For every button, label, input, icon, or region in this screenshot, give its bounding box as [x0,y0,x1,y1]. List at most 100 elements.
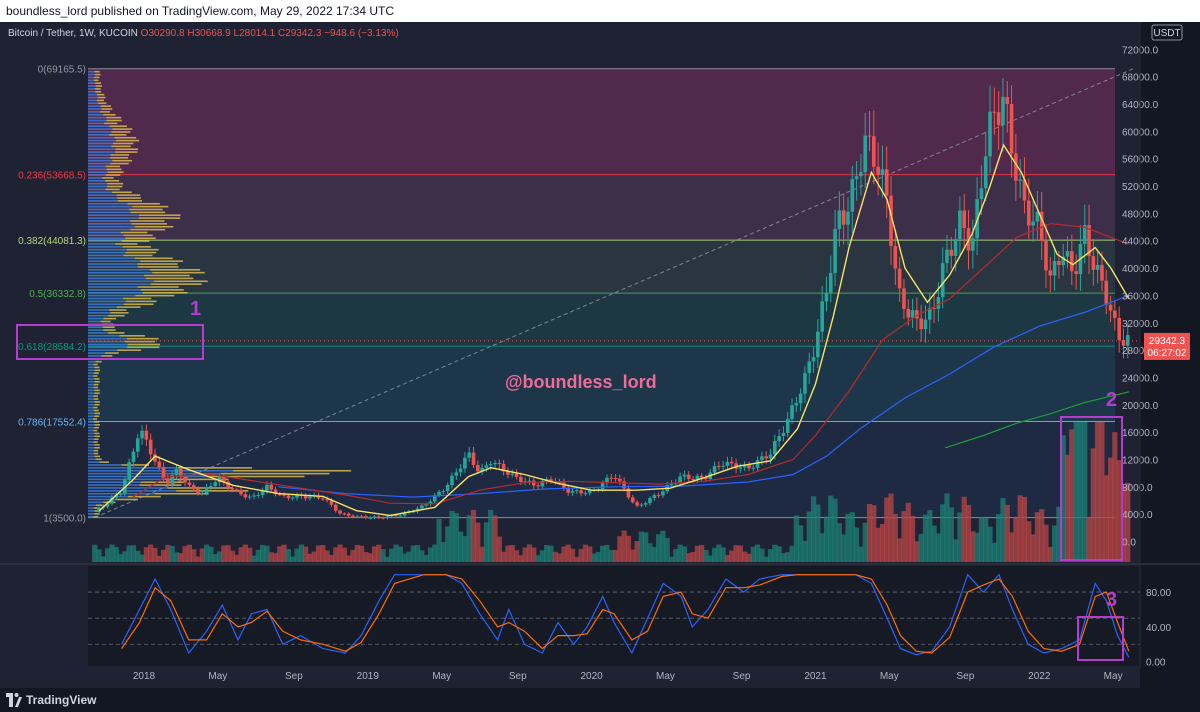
candle-body[interactable] [738,467,743,469]
candle-body[interactable] [1074,271,1078,275]
candle-body[interactable] [953,239,958,256]
candle-body[interactable] [906,308,911,318]
candle-body[interactable] [785,418,790,433]
candle-body[interactable] [536,485,540,487]
candle-body[interactable] [798,393,803,404]
candle-body[interactable] [686,474,691,479]
candle-body[interactable] [204,487,209,494]
candle-body[interactable] [983,156,988,189]
candle-body[interactable] [635,502,639,506]
candle-body[interactable] [1048,270,1053,276]
candle-body[interactable] [669,483,674,486]
candle-body[interactable] [234,489,239,491]
candle-body[interactable] [884,169,889,196]
candle-body[interactable] [682,474,687,477]
candle-body[interactable] [828,272,833,293]
candle-body[interactable] [338,510,342,514]
candle-body[interactable] [923,319,928,330]
candle-body[interactable] [420,505,424,509]
candle-body[interactable] [841,210,846,225]
candle-body[interactable] [691,478,695,480]
candle-body[interactable] [196,489,200,494]
candle-body[interactable] [1100,264,1104,281]
candle-body[interactable] [962,210,967,229]
candle-body[interactable] [191,485,196,490]
candle-body[interactable] [570,490,575,493]
candle-body[interactable] [1117,317,1121,340]
candle-body[interactable] [811,357,816,362]
candle-body[interactable] [639,504,644,506]
candle-body[interactable] [135,438,140,452]
candle-body[interactable] [1065,251,1070,257]
candle-body[interactable] [333,504,338,511]
candle-body[interactable] [897,268,902,289]
candle-body[interactable] [1018,179,1022,181]
candle-body[interactable] [471,452,476,465]
candle-body[interactable] [777,436,781,442]
candle-body[interactable] [816,331,820,358]
candle-body[interactable] [1005,96,1010,105]
candle-body[interactable] [527,480,532,482]
candle-body[interactable] [1113,310,1117,318]
candle-body[interactable] [148,439,153,455]
candle-body[interactable] [488,464,493,466]
candle-body[interactable] [308,496,312,499]
candle-body[interactable] [510,473,515,475]
candle-body[interactable] [854,176,859,180]
candle-body[interactable] [484,465,489,468]
candle-body[interactable] [290,497,295,499]
candle-body[interactable] [583,493,588,495]
candle-body[interactable] [729,461,734,464]
candle-body[interactable] [445,485,450,492]
candle-body[interactable] [876,166,880,176]
candle-body[interactable] [755,460,760,468]
candle-body[interactable] [454,472,459,476]
candle-body[interactable] [346,513,351,516]
candle-body[interactable] [622,481,626,489]
candle-body[interactable] [587,490,592,494]
candle-body[interactable] [161,467,166,479]
price-chart[interactable]: 0(69165.5) 0.236(53668.5) 0.382(44081.3) 0.… [0,22,1200,688]
candle-body[interactable] [721,465,725,467]
candle-body[interactable] [846,211,850,225]
candle-body[interactable] [850,179,855,212]
candle-body[interactable] [773,441,777,455]
candle-body[interactable] [377,516,381,518]
candle-body[interactable] [398,515,403,517]
candle-body[interactable] [575,490,579,492]
candle-body[interactable] [183,476,187,483]
candle-body[interactable] [600,483,605,490]
candle-body[interactable] [837,210,842,230]
candle-body[interactable] [497,462,502,465]
candle-body[interactable] [342,513,347,515]
candle-body[interactable] [252,495,256,497]
candle-body[interactable] [385,516,390,519]
candle-body[interactable] [764,456,769,459]
candle-body[interactable] [893,245,898,269]
candle-body[interactable] [437,491,441,496]
candle-body[interactable] [381,517,385,519]
candle-body[interactable] [790,405,794,419]
candle-body[interactable] [519,476,523,482]
candle-body[interactable] [166,478,170,484]
candle-body[interactable] [174,468,179,475]
candle-body[interactable] [286,495,291,499]
candle-body[interactable] [213,482,218,487]
candle-body[interactable] [643,503,648,505]
candle-body[interactable] [243,494,248,498]
candle-body[interactable] [355,516,360,518]
candle-body[interactable] [867,135,872,137]
candle-body[interactable] [351,515,355,518]
candle-body[interactable] [1044,240,1048,271]
candle-body[interactable] [751,467,756,469]
candle-body[interactable] [648,498,652,504]
candle-body[interactable] [794,403,799,406]
candle-body[interactable] [200,493,205,495]
candle-body[interactable] [118,493,123,495]
candle-body[interactable] [230,488,235,490]
candle-body[interactable] [1091,256,1096,270]
candle-body[interactable] [144,430,149,440]
candle-body[interactable] [613,477,618,479]
candle-body[interactable] [872,136,876,167]
candle-body[interactable] [992,111,997,113]
